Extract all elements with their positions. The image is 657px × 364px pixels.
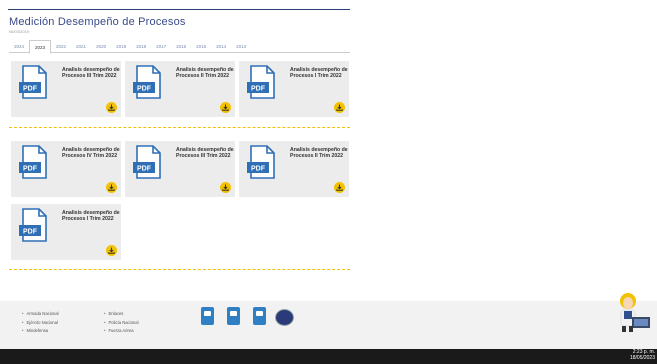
tab-2020[interactable]: 2020 — [91, 40, 111, 53]
partner-logo-icon[interactable] — [201, 307, 214, 325]
tab-2019[interactable]: 2019 — [111, 40, 131, 53]
download-icon[interactable] — [334, 182, 345, 193]
pdf-icon: PDF — [19, 65, 47, 99]
seal-logo-icon[interactable] — [275, 309, 294, 326]
taskbar-clock[interactable]: 2:23 p. m. 18/05/2023 — [630, 349, 655, 361]
document-title[interactable]: Analisis desempeño de Procesos I Trim 20… — [62, 210, 120, 222]
partner-logo-icon[interactable] — [253, 307, 266, 325]
footer-link-mindefensa[interactable]: Mindefensa — [22, 327, 59, 336]
document-card[interactable]: PDF Analisis desempeño de Procesos I Tri… — [11, 204, 121, 260]
os-taskbar: 2:23 p. m. 18/05/2023 — [0, 349, 657, 364]
partner-logo-icon[interactable] — [227, 307, 240, 325]
document-title[interactable]: Analisis desempeño de Procesos III Trim … — [176, 147, 234, 159]
document-title[interactable]: Analisis desempeño de Procesos II Trim 2… — [290, 147, 348, 159]
document-title[interactable]: Analisis desempeño de Procesos IV Trim 2… — [62, 147, 120, 159]
section-divider — [9, 127, 350, 128]
footer-link-armada[interactable]: Armada Nacional — [22, 310, 58, 319]
svg-text:PDF: PDF — [23, 86, 38, 93]
tab-2017[interactable]: 2017 — [151, 40, 171, 53]
pdf-icon: PDF — [133, 145, 161, 179]
tab-2013[interactable]: 2013 — [231, 40, 251, 53]
header-rule — [8, 9, 350, 10]
tab-2024[interactable]: 2024 — [9, 40, 29, 53]
svg-text:PDF: PDF — [23, 229, 38, 236]
tab-2016[interactable]: 2016 — [171, 40, 191, 53]
tab-2023[interactable]: 2023 — [29, 40, 52, 54]
document-title[interactable]: Analisis desempeño de Procesos III Trim … — [62, 67, 120, 79]
tab-2021[interactable]: 2021 — [71, 40, 91, 53]
pdf-icon: PDF — [133, 65, 161, 99]
footer-links-col2: Enlaces Policía Nacional Fuerza Aérea — [104, 310, 139, 336]
tab-2015[interactable]: 2015 — [191, 40, 211, 53]
document-card[interactable]: PDF Analisis desempeño de Procesos II Tr… — [239, 141, 349, 197]
page-title: Medición Desempeño de Procesos — [9, 16, 186, 28]
document-title[interactable]: Analisis desempeño de Procesos I Trim 20… — [290, 67, 348, 79]
document-card[interactable]: PDF Analisis desempeño de Procesos II Tr… — [125, 61, 235, 117]
document-title[interactable]: Analisis desempeño de Procesos II Trim 2… — [176, 67, 234, 79]
svg-text:PDF: PDF — [23, 166, 38, 173]
tab-2018[interactable]: 2018 — [131, 40, 151, 53]
year-tabs: 2024 2023 2022 2021 2020 2019 2018 2017 … — [9, 40, 350, 54]
pdf-icon: PDF — [19, 145, 47, 179]
download-icon[interactable] — [220, 182, 231, 193]
tab-2014[interactable]: 2014 — [211, 40, 231, 53]
pdf-icon: PDF — [247, 145, 275, 179]
download-icon[interactable] — [106, 182, 117, 193]
taskbar-date: 18/05/2023 — [629, 355, 655, 361]
download-icon[interactable] — [106, 245, 117, 256]
page-date: 06/03/2019 — [9, 29, 30, 34]
document-card[interactable]: PDF Analisis desempeño de Procesos III T… — [11, 61, 121, 117]
section-divider — [9, 269, 350, 270]
page: Medición Desempeño de Procesos 06/03/201… — [0, 0, 657, 364]
download-icon[interactable] — [334, 102, 345, 113]
download-icon[interactable] — [220, 102, 231, 113]
virtual-assistant-avatar-icon[interactable] — [612, 291, 656, 333]
site-footer: Armada Nacional Ejército Nacional Mindef… — [0, 301, 657, 349]
svg-text:PDF: PDF — [137, 166, 152, 173]
pdf-icon: PDF — [19, 208, 47, 242]
svg-text:PDF: PDF — [137, 86, 152, 93]
document-card[interactable]: PDF Analisis desempeño de Procesos I Tri… — [239, 61, 349, 117]
pdf-icon: PDF — [247, 65, 275, 99]
document-card[interactable]: PDF Analisis desempeño de Procesos III T… — [125, 141, 235, 197]
download-icon[interactable] — [106, 102, 117, 113]
footer-link-policia[interactable]: Policía Nacional — [104, 319, 138, 328]
svg-text:PDF: PDF — [251, 166, 266, 173]
document-card[interactable]: PDF Analisis desempeño de Procesos IV Tr… — [11, 141, 121, 197]
tab-2022[interactable]: 2022 — [51, 40, 71, 53]
footer-link-ejercito[interactable]: Ejército Nacional — [22, 319, 59, 328]
footer-link-enlaces[interactable]: Enlaces — [104, 310, 139, 319]
footer-links-col1: Armada Nacional Ejército Nacional Mindef… — [22, 310, 59, 336]
svg-text:PDF: PDF — [251, 86, 266, 93]
footer-link-fuerza-aerea[interactable]: Fuerza Aérea — [104, 327, 139, 336]
